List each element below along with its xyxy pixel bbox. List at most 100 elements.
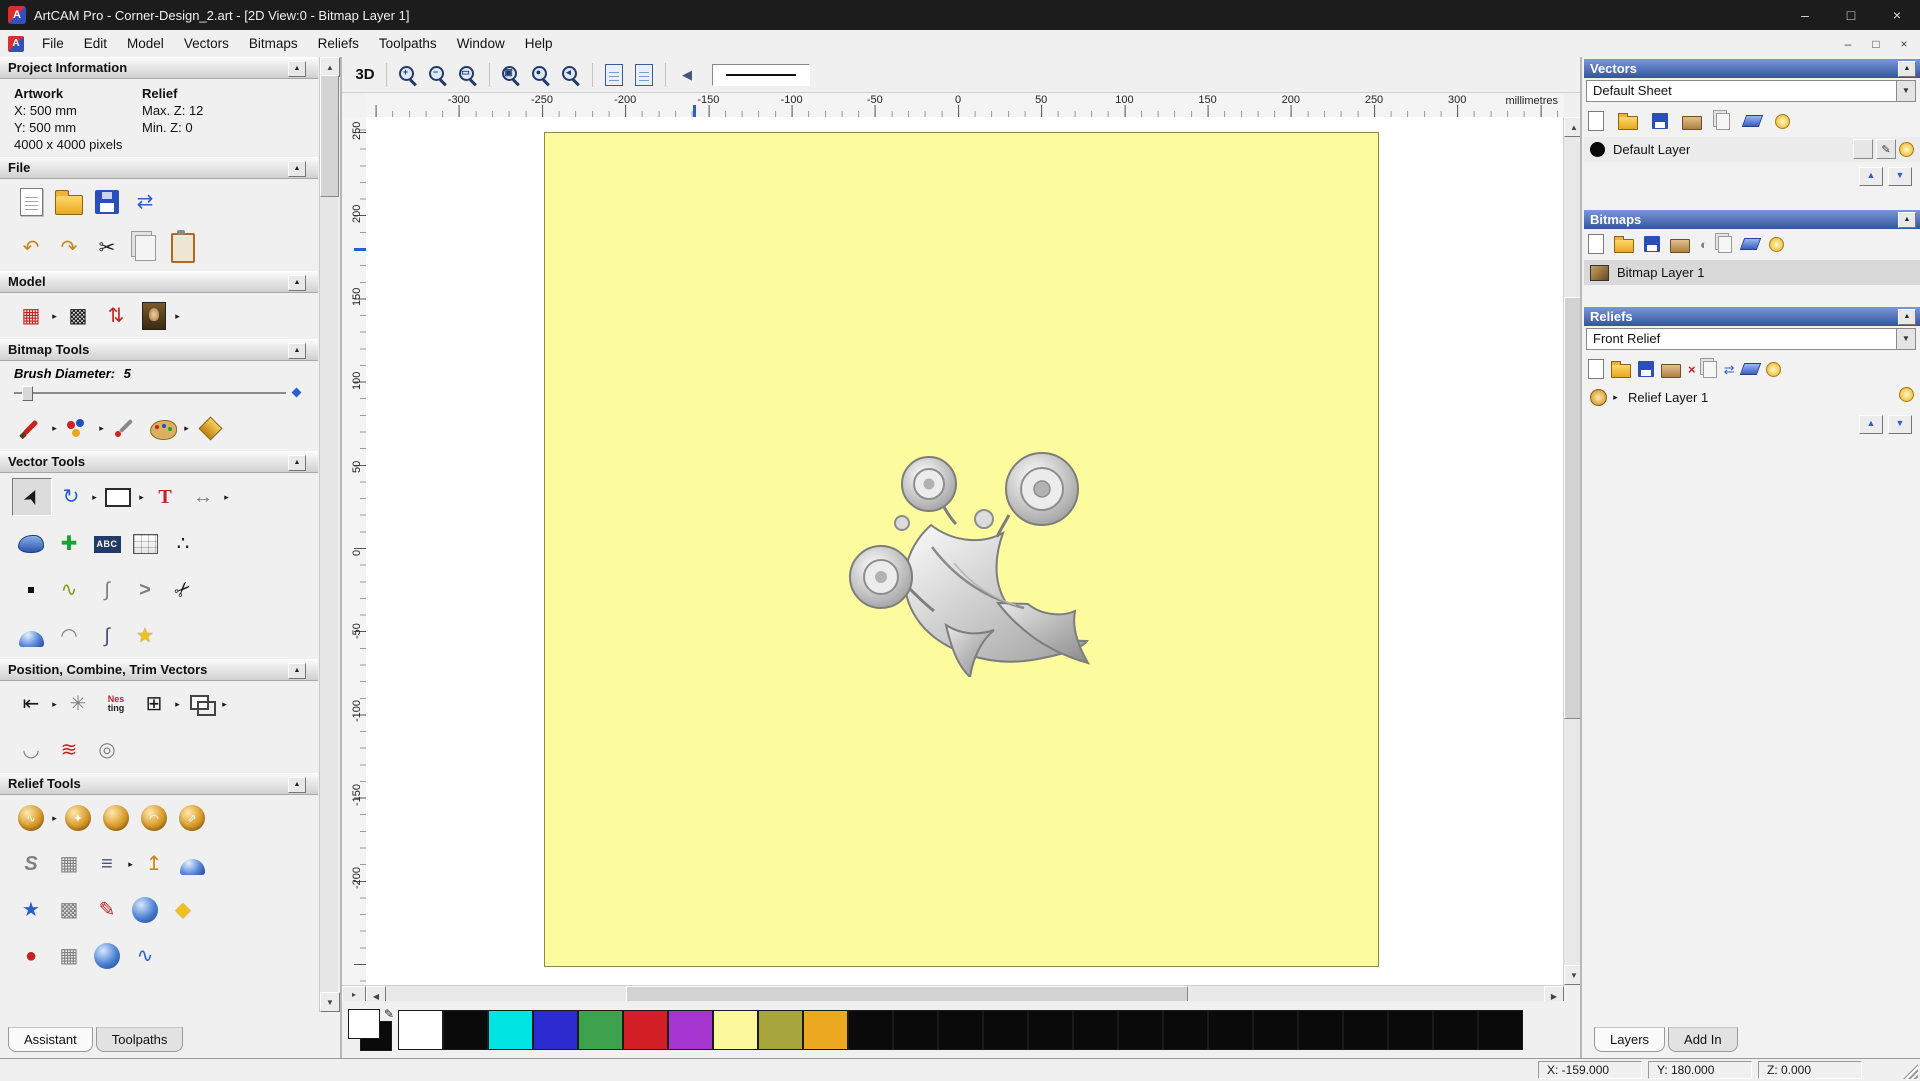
palette-colour-10[interactable] <box>848 1009 893 1050</box>
menu-bitmaps[interactable]: Bitmaps <box>239 32 308 55</box>
flyout-arrow-icon[interactable]: ▸ <box>137 492 146 503</box>
zoom-to-selection-icon[interactable] <box>630 61 658 89</box>
zoom-objects-icon[interactable]: ● <box>527 61 555 89</box>
palette-colour-24[interactable] <box>1478 1009 1523 1050</box>
copy-icon[interactable] <box>126 230 164 266</box>
canvas-viewport[interactable] <box>366 117 1564 985</box>
edit-layer-icon[interactable]: ✎ <box>1876 139 1896 159</box>
flyout-arrow-icon[interactable]: ▸ <box>50 813 59 824</box>
collapse-section-button[interactable]: ▲ <box>1898 212 1916 228</box>
flyout-arrow-icon[interactable]: ▸ <box>220 699 229 710</box>
spin-relief-icon[interactable]: ↥ <box>135 846 173 882</box>
create-point-icon[interactable] <box>12 572 50 608</box>
create-profile-icon[interactable]: ∫ <box>88 618 126 654</box>
layer-visibility-icon[interactable] <box>1899 387 1914 402</box>
sheet-selector[interactable]: Default Sheet ▼ <box>1586 80 1916 102</box>
menu-reliefs[interactable]: Reliefs <box>308 32 369 55</box>
palette-colour-13[interactable] <box>983 1009 1028 1050</box>
create-dome-icon[interactable] <box>173 846 211 882</box>
flyout-arrow-icon[interactable]: ▸ <box>182 423 191 434</box>
palette-colour-17[interactable] <box>1163 1009 1208 1050</box>
primary-secondary-colour-swatch[interactable]: ✎ <box>348 1007 394 1051</box>
weld-vectors-icon[interactable]: ≋ <box>50 732 88 768</box>
swept-profile-icon[interactable]: S <box>12 846 50 882</box>
zoom-to-page-icon[interactable] <box>600 61 628 89</box>
merge-vector-layers-icon[interactable] <box>1682 109 1702 133</box>
palette-colour-5[interactable] <box>623 1009 668 1050</box>
palette-colour-21[interactable] <box>1343 1009 1388 1050</box>
join-vectors-icon[interactable]: ◡ <box>12 732 50 768</box>
open-vector-layer-icon[interactable] <box>1618 109 1638 133</box>
block-array-icon[interactable]: ⊞ <box>135 686 173 722</box>
palette-colour-19[interactable] <box>1253 1009 1298 1050</box>
toggle-all-vector-visibility-icon[interactable] <box>1775 109 1790 133</box>
zoom-window-icon[interactable]: ▭ <box>454 61 482 89</box>
save-vector-layer-icon[interactable] <box>1652 109 1668 133</box>
copy-bitmap-layer-icon[interactable] <box>1717 232 1732 256</box>
new-bitmap-layer-icon[interactable] <box>1588 232 1604 256</box>
brush-diameter-slider[interactable] <box>14 386 302 401</box>
dropdown-arrow-icon[interactable]: ▼ <box>1896 81 1915 101</box>
bitmap-layer-row[interactable]: Bitmap Layer 1 <box>1584 260 1920 285</box>
save-bitmap-layer-icon[interactable] <box>1644 232 1660 256</box>
zoom-previous-icon[interactable]: ◂ <box>557 61 585 89</box>
horizontal-scrollbar[interactable]: ◀ ▶ <box>366 986 1564 1006</box>
move-layer-down-button[interactable]: ▼ <box>1888 415 1912 434</box>
palette-colour-15[interactable] <box>1073 1009 1118 1050</box>
two-rail-sweep-icon[interactable]: ◠ <box>135 800 173 836</box>
view-3d-button[interactable]: 3D <box>351 61 379 89</box>
position-combine-header[interactable]: Position, Combine, Trim Vectors ▲ <box>0 659 318 681</box>
horizontal-ruler[interactable]: millimetres -300 -250 -200 -150 -100 -50 0 50 10… <box>366 93 1564 118</box>
flyout-arrow-icon[interactable]: ▸ <box>90 492 99 503</box>
child-minimize-button[interactable]: – <box>1836 34 1860 54</box>
file-section-header[interactable]: File ▲ <box>0 157 318 179</box>
child-close-button[interactable]: × <box>1892 34 1916 54</box>
palette-colour-7[interactable] <box>713 1009 758 1050</box>
relief-selector[interactable]: Front Relief ▼ <box>1586 328 1916 350</box>
new-model-icon[interactable] <box>12 184 50 220</box>
colour-picker-icon[interactable] <box>106 410 144 446</box>
freehand-curve-icon[interactable]: ∿ <box>50 572 88 608</box>
measure-icon[interactable]: ↔ <box>184 479 222 515</box>
transfer-relief-layer-icon[interactable]: ⇄ <box>1724 357 1735 381</box>
tab-toolpaths[interactable]: Toolpaths <box>95 1027 184 1052</box>
zoom-out-icon[interactable]: − <box>424 61 452 89</box>
palette-icon[interactable] <box>144 410 182 446</box>
palette-colour-16[interactable] <box>1118 1009 1163 1050</box>
menu-window[interactable]: Window <box>447 32 515 55</box>
collapse-section-button[interactable]: ▲ <box>288 275 306 291</box>
flyout-arrow-icon[interactable]: ▸ <box>173 311 182 322</box>
menu-toolpaths[interactable]: Toolpaths <box>369 32 447 55</box>
toggle-all-bitmap-visibility-icon[interactable] <box>1768 232 1784 256</box>
resize-grip[interactable] <box>1903 1064 1918 1079</box>
merge-bitmap-layers-icon[interactable] <box>1670 232 1690 256</box>
trim-vectors-icon[interactable] <box>182 686 220 722</box>
redo-icon[interactable]: ↷ <box>50 230 88 266</box>
vector-layer-row[interactable]: Default Layer ✎ <box>1584 137 1920 162</box>
block-copy-icon[interactable] <box>126 526 164 562</box>
move-layer-up-button[interactable]: ▲ <box>1859 415 1883 434</box>
set-model-size-icon[interactable]: ▦ <box>12 298 50 334</box>
palette-colour-12[interactable] <box>938 1009 983 1050</box>
menu-model[interactable]: Model <box>117 32 174 55</box>
mesh-relief-icon[interactable]: ▦ <box>50 938 88 974</box>
angled-plane-icon[interactable]: ◆ <box>164 892 202 928</box>
greyscale-from-relief-icon[interactable]: ▩ <box>59 298 97 334</box>
select-vectors-icon[interactable]: ➤ <box>12 478 52 516</box>
collapse-section-button[interactable]: ▲ <box>288 161 306 177</box>
flyout-arrow-icon[interactable]: ▸ <box>50 699 59 710</box>
bitmaps-section-header[interactable]: Bitmaps ▲ <box>1584 210 1920 229</box>
scroll-up-button[interactable]: ▲ <box>320 57 340 77</box>
cut-curve-icon[interactable]: ✂ <box>164 572 202 608</box>
paste-icon[interactable] <box>164 230 202 266</box>
circular-array-icon[interactable]: ✳ <box>59 686 97 722</box>
palette-colour-20[interactable] <box>1298 1009 1343 1050</box>
paint-relief-icon[interactable]: ✎ <box>88 892 126 928</box>
move-layer-up-button[interactable]: ▲ <box>1859 167 1883 186</box>
open-model-icon[interactable] <box>50 184 88 220</box>
collapse-section-button[interactable]: ▲ <box>288 455 306 471</box>
palette-colour-8[interactable] <box>758 1009 803 1050</box>
bezier-curve-icon[interactable]: ∫ <box>88 572 126 608</box>
vector-doctor-icon[interactable] <box>12 526 50 562</box>
slider-track[interactable] <box>14 392 286 394</box>
